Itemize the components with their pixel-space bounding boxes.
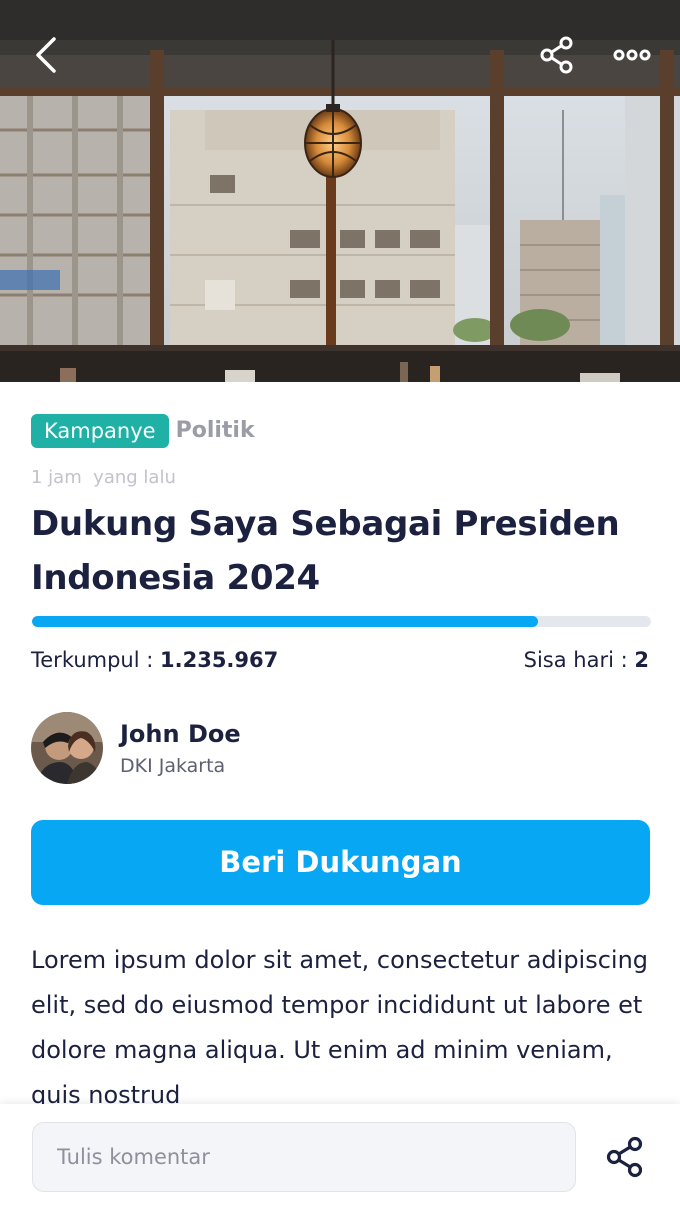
avatar-photo (31, 712, 103, 784)
support-button[interactable]: Beri Dukungan (31, 820, 650, 905)
more-button[interactable] (607, 30, 657, 80)
page-title: Dukung Saya Sebagai Presiden Indonesia 2… (31, 504, 620, 598)
campaign-badge: Kampanye (31, 414, 169, 448)
share-button[interactable] (532, 30, 582, 80)
progress-bar-fill (32, 616, 539, 627)
author-name: John Doe (120, 720, 241, 748)
campaign-description: Lorem ipsum dolor sit amet, consectetur … (31, 946, 649, 1108)
hero-image (0, 0, 680, 382)
share-icon (540, 36, 573, 74)
timestamp: 1 jam yang lalu (31, 467, 176, 488)
tag-row: Kampanye Politik (31, 414, 255, 448)
comment-input[interactable] (32, 1122, 576, 1192)
more-horizontal-icon (613, 49, 651, 61)
author-location: DKI Jakarta (120, 755, 226, 777)
collected-label: Terkumpul : (31, 648, 160, 672)
campaign-stats: Terkumpul : 1.235.967 Sisa hari : 2 (31, 646, 651, 674)
days-left-value: 2 (634, 648, 649, 672)
category-label[interactable]: Politik (176, 414, 255, 448)
days-left-label: Sisa hari : (523, 648, 635, 672)
days-left-stat: Sisa hari : 2 (524, 646, 649, 674)
chevron-left-icon (36, 37, 56, 73)
author-card[interactable]: John Doe DKI Jakarta (31, 712, 431, 784)
share-bottom-button[interactable] (600, 1132, 650, 1182)
comment-bar (0, 1104, 680, 1209)
collected-stat: Terkumpul : 1.235.967 (31, 646, 278, 674)
avatar[interactable] (31, 712, 103, 784)
collected-value: 1.235.967 (160, 648, 279, 672)
progress-bar (32, 616, 651, 627)
share-icon (606, 1136, 643, 1178)
back-button[interactable] (22, 30, 72, 80)
